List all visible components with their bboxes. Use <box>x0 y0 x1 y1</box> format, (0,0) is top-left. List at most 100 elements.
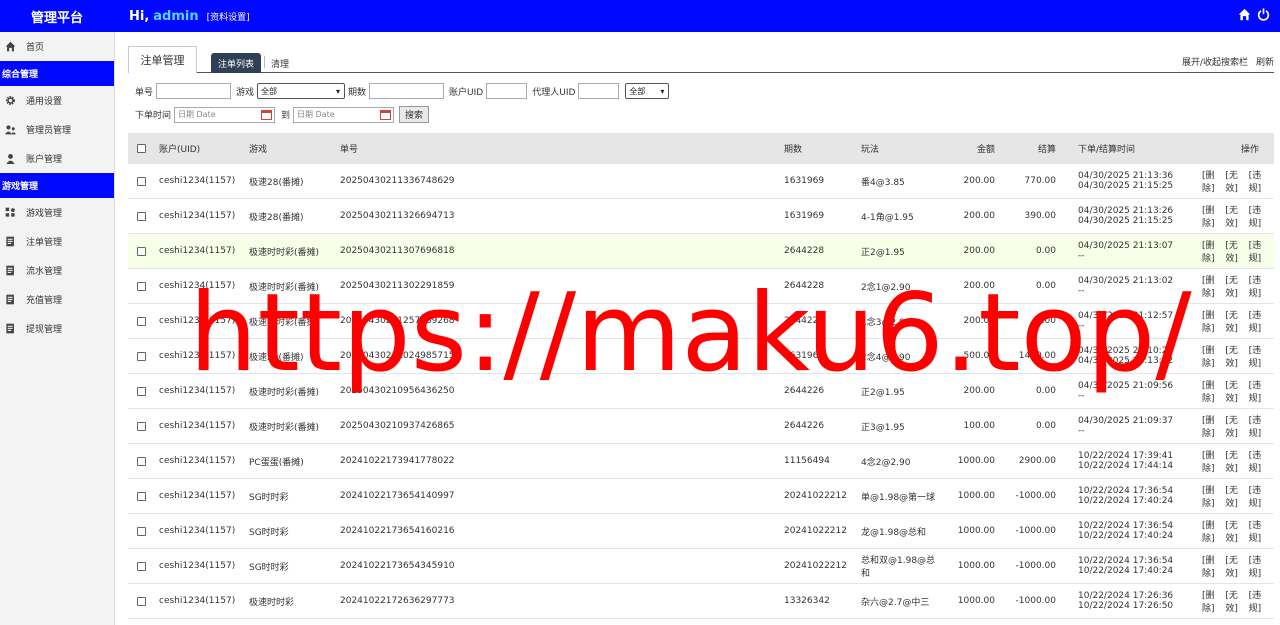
violation-link[interactable]: [违规] <box>1249 308 1270 334</box>
invalidate-link[interactable]: [无效] <box>1225 413 1246 439</box>
row-checkbox[interactable] <box>137 421 146 431</box>
tab-order-list[interactable]: 注单列表 <box>211 53 262 73</box>
delete-link[interactable]: [删除] <box>1202 308 1223 334</box>
calendar-icon[interactable] <box>261 109 273 120</box>
violation-link[interactable]: [违规] <box>1249 413 1270 439</box>
row-checkbox[interactable] <box>137 526 146 536</box>
toggle-search-link[interactable]: 展开/收起搜索栏 <box>1182 55 1248 68</box>
invalidate-link[interactable]: [无效] <box>1225 308 1246 334</box>
table-row[interactable]: ceshi1234(1157) SG时时彩 20241022173654140997… <box>128 479 1274 514</box>
row-checkbox[interactable] <box>137 176 146 186</box>
row-checkbox[interactable] <box>137 351 146 361</box>
settle-time: -- <box>1078 286 1085 296</box>
violation-link[interactable]: [违规] <box>1249 273 1270 299</box>
table-row[interactable]: ceshi1234(1157) SG时时彩 20241022173654160216… <box>128 514 1274 549</box>
violation-link[interactable]: [违规] <box>1249 518 1270 544</box>
invalidate-link[interactable]: [无效] <box>1225 168 1246 194</box>
table-row[interactable]: ceshi1234(1157) 极速28(番摊) 20250430211336748… <box>128 164 1274 199</box>
violation-link[interactable]: [违规] <box>1249 203 1270 229</box>
invalidate-link[interactable]: [无效] <box>1225 238 1246 264</box>
row-checkbox[interactable] <box>137 211 146 221</box>
sidebar-item[interactable]: 注单管理 <box>0 227 114 256</box>
violation-link[interactable]: [违规] <box>1249 343 1270 369</box>
delete-link[interactable]: [删除] <box>1202 168 1223 194</box>
delete-link[interactable]: [删除] <box>1202 413 1223 439</box>
search-button[interactable]: 搜索 <box>399 106 430 123</box>
sidebar-item[interactable]: 充值管理 <box>0 285 114 314</box>
table-row[interactable]: ceshi1234(1157) 极速28(番摊) 20250430211326694… <box>128 199 1274 234</box>
row-checkbox[interactable] <box>137 386 146 396</box>
table-row[interactable]: ceshi1234(1157) SG时时彩 20241022173654345910… <box>128 549 1274 584</box>
sidebar-item[interactable]: 游戏管理 <box>0 198 114 227</box>
invalidate-link[interactable]: [无效] <box>1225 343 1246 369</box>
sidebar-item[interactable]: 首页 <box>0 32 114 61</box>
time-cell: 04/30/2025 21:13:26 04/30/2025 21:15:25 <box>1078 199 1196 233</box>
sidebar-item[interactable]: 账户管理 <box>0 144 114 173</box>
invalidate-link[interactable]: [无效] <box>1225 483 1246 509</box>
profile-settings-link[interactable]: [资料设置] <box>207 10 250 23</box>
period-input[interactable] <box>369 83 445 99</box>
delete-link[interactable]: [删除] <box>1202 553 1223 579</box>
row-checkbox[interactable] <box>137 281 146 291</box>
delete-link[interactable]: [删除] <box>1202 238 1223 264</box>
table-row[interactable]: ceshi1234(1157) 极速时时彩(番摊) 2025043021130229… <box>128 269 1274 304</box>
delete-link[interactable]: [删除] <box>1202 448 1223 474</box>
invalidate-link[interactable]: [无效] <box>1225 448 1246 474</box>
table-row[interactable]: ceshi1234(1157) 极速时时彩(番摊) 2025043021093742… <box>128 409 1274 444</box>
refresh-link[interactable]: 刷新 <box>1256 55 1274 68</box>
table-row[interactable]: ceshi1234(1157) 极速时时彩(番摊) 2025043021125708… <box>128 304 1274 339</box>
date-end-input[interactable]: 日期 Date <box>293 106 395 123</box>
invalidate-link[interactable]: [无效] <box>1225 378 1246 404</box>
violation-link[interactable]: [违规] <box>1249 448 1270 474</box>
tab-clear[interactable]: 清理 <box>271 57 289 70</box>
order-time: 10/22/2024 17:36:54 <box>1078 521 1174 531</box>
calendar-icon[interactable] <box>380 109 392 120</box>
table-row[interactable]: ceshi1234(1157) 极速28(番摊) 20250430211024985… <box>128 339 1274 374</box>
delete-link[interactable]: [删除] <box>1202 273 1223 299</box>
delete-link[interactable]: [删除] <box>1202 378 1223 404</box>
invalidate-link[interactable]: [无效] <box>1225 588 1246 614</box>
invalidate-link[interactable]: [无效] <box>1225 203 1246 229</box>
delete-link[interactable]: [删除] <box>1202 588 1223 614</box>
violation-link[interactable]: [违规] <box>1249 483 1270 509</box>
row-checkbox[interactable] <box>137 561 146 571</box>
violation-link[interactable]: [违规] <box>1249 168 1270 194</box>
sidebar-item[interactable]: 流水管理 <box>0 256 114 285</box>
table-row[interactable]: ceshi1234(1157) 极速时时彩(番摊) 2025043021130769… <box>128 234 1274 269</box>
home-icon[interactable] <box>1238 8 1251 21</box>
status-select[interactable]: 全部 ▾ <box>625 83 670 99</box>
row-checkbox[interactable] <box>137 491 146 501</box>
account-uid-input[interactable] <box>486 83 528 99</box>
row-checkbox[interactable] <box>137 316 146 326</box>
delete-link[interactable]: [删除] <box>1202 343 1223 369</box>
table-row[interactable]: ceshi1234(1157) 极速时时彩(番摊) 2025043021095643… <box>128 374 1274 409</box>
power-icon[interactable] <box>1257 8 1270 21</box>
violation-link[interactable]: [违规] <box>1249 553 1270 579</box>
row-checkbox[interactable] <box>137 246 146 256</box>
invalidate-link[interactable]: [无效] <box>1225 553 1246 579</box>
sidebar-item[interactable]: 提现管理 <box>0 314 114 343</box>
table-row[interactable]: ceshi1234(1157) PC蛋蛋(番摊) 20241022173941778… <box>128 444 1274 479</box>
row-select-cell <box>137 304 149 338</box>
delete-link[interactable]: [删除] <box>1202 203 1223 229</box>
row-checkbox[interactable] <box>137 596 146 606</box>
tab-order-management[interactable]: 注单管理 <box>128 46 197 73</box>
sidebar-item[interactable]: 通用设置 <box>0 86 114 115</box>
violation-link[interactable]: [违规] <box>1249 378 1270 404</box>
time-cell: 04/30/2025 21:13:07 -- <box>1078 234 1196 268</box>
order-no-input[interactable] <box>156 83 232 99</box>
agent-uid-input[interactable] <box>578 83 620 99</box>
invalidate-link[interactable]: [无效] <box>1225 518 1246 544</box>
row-checkbox[interactable] <box>137 456 146 466</box>
game-select-value: 全部 <box>261 86 278 96</box>
select-all-checkbox[interactable] <box>137 144 146 153</box>
sidebar-item[interactable]: 管理员管理 <box>0 115 114 144</box>
date-start-input[interactable]: 日期 Date <box>174 106 276 123</box>
delete-link[interactable]: [删除] <box>1202 483 1223 509</box>
violation-link[interactable]: [违规] <box>1249 238 1270 264</box>
violation-link[interactable]: [违规] <box>1249 588 1270 614</box>
invalidate-link[interactable]: [无效] <box>1225 273 1246 299</box>
game-select[interactable]: 全部 ▾ <box>257 83 346 99</box>
table-row[interactable]: ceshi1234(1157) 极速时时彩 20241022172636297773… <box>128 584 1274 619</box>
delete-link[interactable]: [删除] <box>1202 518 1223 544</box>
